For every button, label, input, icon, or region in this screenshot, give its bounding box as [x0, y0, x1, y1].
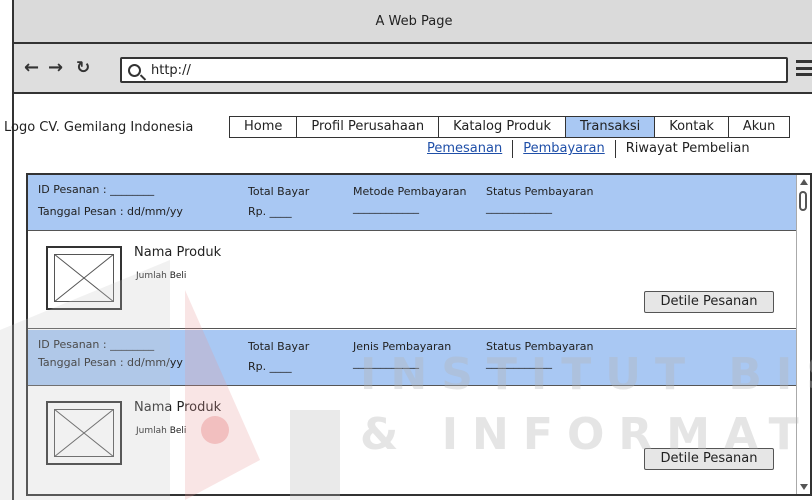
browser-window: A Web Page ← → ↻ http:// Logo CV. Gemila…	[4, 0, 812, 500]
menu-item-akun[interactable]: Akun	[727, 116, 791, 138]
product-image-placeholder	[46, 401, 122, 465]
order-header: ID Pesanan : ________ Tanggal Pesan : dd…	[28, 330, 798, 386]
order-detail-button[interactable]: Detile Pesanan	[644, 448, 774, 470]
back-arrow-icon[interactable]: ←	[24, 58, 39, 78]
scroll-thumb[interactable]	[799, 191, 807, 211]
search-icon	[128, 63, 141, 77]
order-id-label: ID Pesanan : ________	[38, 338, 155, 351]
refresh-icon[interactable]: ↻	[76, 58, 90, 78]
payment-status-label: Status Pembayaran	[486, 185, 594, 198]
window-titlebar: A Web Page	[14, 0, 812, 44]
order-header: ID Pesanan : ________ Tanggal Pesan : dd…	[28, 175, 798, 231]
image-placeholder-icon	[54, 254, 114, 302]
payment-type-label: Jenis Pembayaran	[353, 340, 452, 353]
image-placeholder-icon	[54, 409, 114, 457]
total-label: Total Bayar	[248, 185, 310, 198]
main-menu: Home Profil Perusahaan Katalog Produk Tr…	[229, 116, 791, 138]
submenu-pemesanan[interactable]: Pemesanan	[417, 140, 512, 158]
payment-status-value: ____________	[486, 356, 552, 369]
payment-status-value: ____________	[486, 201, 552, 214]
scroll-up-arrow-icon[interactable]	[800, 179, 808, 185]
order-item: Nama Produk Jumlah Beli Detile Pesanan	[28, 231, 798, 329]
menu-item-home[interactable]: Home	[229, 116, 297, 138]
forward-arrow-icon[interactable]: →	[48, 58, 63, 78]
company-logo: Logo CV. Gemilang Indonesia	[4, 120, 194, 135]
menu-item-profil-perusahaan[interactable]: Profil Perusahaan	[296, 116, 439, 138]
address-bar[interactable]: http://	[120, 57, 788, 83]
window-title: A Web Page	[375, 13, 453, 29]
total-value: Rp. ____	[248, 205, 292, 218]
product-name: Nama Produk	[134, 245, 222, 260]
hamburger-menu-icon[interactable]	[796, 60, 812, 76]
submenu-pembayaran[interactable]: Pembayaran	[512, 140, 614, 158]
order-item: Nama Produk Jumlah Beli Detile Pesanan	[28, 386, 798, 484]
total-value: Rp. ____	[248, 360, 292, 373]
vertical-scrollbar[interactable]	[796, 175, 810, 494]
browser-navbar: ← → ↻ http://	[14, 44, 812, 94]
product-quantity: Jumlah Beli	[136, 271, 187, 281]
address-url[interactable]: http://	[151, 63, 191, 78]
transaction-submenu: Pemesanan Pembayaran Riwayat Pembelian	[417, 140, 760, 158]
scroll-down-arrow-icon[interactable]	[800, 484, 808, 490]
menu-item-katalog-produk[interactable]: Katalog Produk	[438, 116, 565, 138]
product-quantity: Jumlah Beli	[136, 426, 187, 436]
order-detail-button[interactable]: Detile Pesanan	[644, 291, 774, 313]
order-list-panel: ID Pesanan : ________ Tanggal Pesan : dd…	[26, 173, 812, 496]
order-id-label: ID Pesanan : ________	[38, 183, 155, 196]
product-image-placeholder	[46, 246, 122, 310]
submenu-riwayat-pembelian[interactable]: Riwayat Pembelian	[614, 140, 760, 158]
menu-item-transaksi[interactable]: Transaksi	[564, 116, 655, 138]
payment-type-value: ____________	[353, 356, 419, 369]
payment-method-value: ____________	[353, 201, 419, 214]
order-date-label: Tanggal Pesan : dd/mm/yy	[38, 356, 183, 369]
product-name: Nama Produk	[134, 400, 222, 415]
total-label: Total Bayar	[248, 340, 310, 353]
payment-method-label: Metode Pembayaran	[353, 185, 467, 198]
order-date-label: Tanggal Pesan : dd/mm/yy	[38, 205, 183, 218]
menu-item-kontak[interactable]: Kontak	[654, 116, 728, 138]
payment-status-label: Status Pembayaran	[486, 340, 594, 353]
